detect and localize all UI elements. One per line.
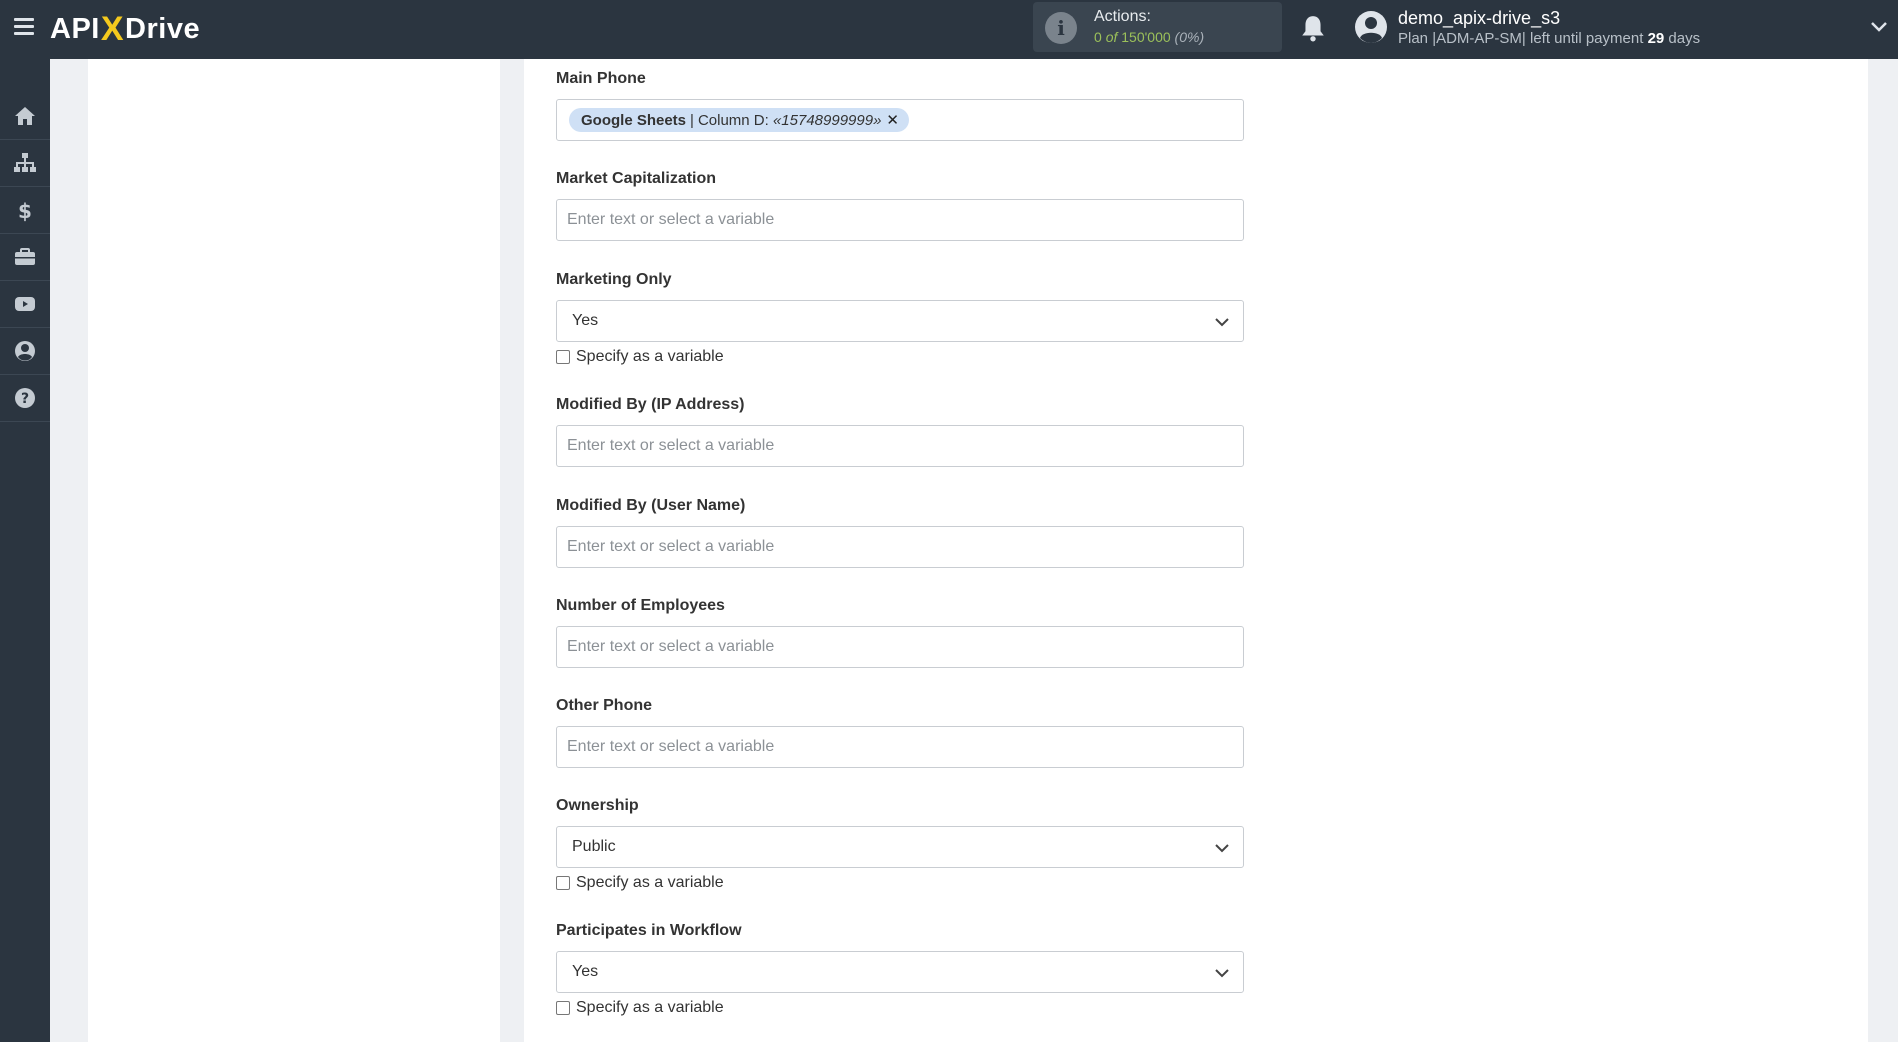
left-panel [88, 59, 500, 1042]
ownership-select[interactable]: Public [556, 826, 1244, 868]
help-icon: ? [15, 388, 35, 408]
sidebar: $ ? [0, 59, 50, 1042]
top-bar: API X Drive i Actions: 0 of 150'000 (0%) d… [0, 0, 1898, 59]
sitemap-icon [14, 153, 36, 172]
checkbox[interactable] [556, 1001, 570, 1015]
modified-by-user-input[interactable]: Enter text or select a variable [556, 526, 1244, 568]
specify-variable-checkbox[interactable]: Specify as a variable [556, 874, 1244, 892]
field-label: Participates in Workflow [556, 922, 742, 939]
main-phone-input[interactable]: Google Sheets | Column D: «15748999999» … [556, 99, 1244, 141]
sidebar-item-home[interactable] [0, 93, 50, 140]
marketing-only-select[interactable]: Yes [556, 300, 1244, 342]
bell-icon[interactable] [1300, 14, 1326, 42]
variable-tag[interactable]: Google Sheets | Column D: «15748999999» … [569, 108, 909, 132]
apix-drive-logo[interactable]: API X Drive [50, 9, 200, 49]
field-other-phone: Other Phone Enter text or select a varia… [556, 697, 1244, 768]
other-phone-input[interactable]: Enter text or select a variable [556, 726, 1244, 768]
field-label: Marketing Only [556, 271, 672, 288]
field-label: Modified By (IP Address) [556, 396, 745, 413]
briefcase-icon [15, 248, 35, 265]
user-avatar-icon[interactable] [1354, 10, 1388, 44]
dollar-icon: $ [18, 199, 32, 222]
sidebar-item-billing[interactable]: $ [0, 187, 50, 234]
sidebar-item-help[interactable]: ? [0, 375, 50, 422]
field-label: Modified By (User Name) [556, 497, 746, 514]
user-circle-icon [15, 341, 35, 361]
remove-tag-icon[interactable]: ✕ [886, 111, 899, 129]
svg-text:$: $ [18, 199, 32, 222]
youtube-icon [15, 297, 35, 311]
actions-label: Actions: [1094, 8, 1151, 25]
field-main-phone: Main Phone Google Sheets | Column D: «15… [556, 70, 1244, 141]
actions-counter[interactable]: i Actions: 0 of 150'000 (0%) [1033, 2, 1282, 52]
sidebar-item-connections[interactable] [0, 140, 50, 187]
sidebar-item-videos[interactable] [0, 281, 50, 328]
sidebar-item-account[interactable] [0, 328, 50, 375]
chevron-down-icon[interactable] [1870, 20, 1888, 34]
field-market-capitalization: Market Capitalization Enter text or sele… [556, 170, 1244, 241]
field-label: Market Capitalization [556, 170, 717, 187]
home-icon [15, 107, 35, 125]
market-capitalization-input[interactable]: Enter text or select a variable [556, 199, 1244, 241]
chevron-down-icon [1215, 969, 1229, 978]
field-modified-by-ip: Modified By (IP Address) Enter text or s… [556, 396, 1244, 467]
field-label: Main Phone [556, 70, 646, 87]
plan-info: Plan |ADM-AP-SM| left until payment 29 d… [1398, 30, 1701, 47]
field-modified-by-user: Modified By (User Name) Enter text or se… [556, 497, 1244, 568]
chevron-down-icon [1215, 318, 1229, 327]
user-name[interactable]: demo_apix-drive_s3 [1398, 8, 1560, 29]
participates-in-workflow-select[interactable]: Yes [556, 951, 1244, 993]
field-label: Other Phone [556, 697, 653, 714]
specify-variable-checkbox[interactable]: Specify as a variable [556, 348, 1244, 366]
field-participates-in-workflow: Participates in Workflow Yes Specify as … [556, 922, 1244, 1017]
modified-by-ip-input[interactable]: Enter text or select a variable [556, 425, 1244, 467]
field-ownership: Ownership Public Specify as a variable [556, 797, 1244, 892]
menu-toggle-icon[interactable] [14, 18, 34, 35]
specify-variable-checkbox[interactable]: Specify as a variable [556, 999, 1244, 1017]
actions-count: 0 of 150'000 (0%) [1094, 29, 1205, 45]
field-number-of-employees: Number of Employees Enter text or select… [556, 597, 1244, 668]
sidebar-item-services[interactable] [0, 234, 50, 281]
chevron-down-icon [1215, 844, 1229, 853]
info-icon: i [1045, 12, 1077, 44]
field-label: Ownership [556, 797, 639, 814]
checkbox[interactable] [556, 876, 570, 890]
field-label: Number of Employees [556, 597, 725, 614]
number-of-employees-input[interactable]: Enter text or select a variable [556, 626, 1244, 668]
svg-text:?: ? [21, 391, 29, 407]
field-marketing-only: Marketing Only Yes Specify as a variable [556, 271, 1244, 366]
checkbox[interactable] [556, 350, 570, 364]
